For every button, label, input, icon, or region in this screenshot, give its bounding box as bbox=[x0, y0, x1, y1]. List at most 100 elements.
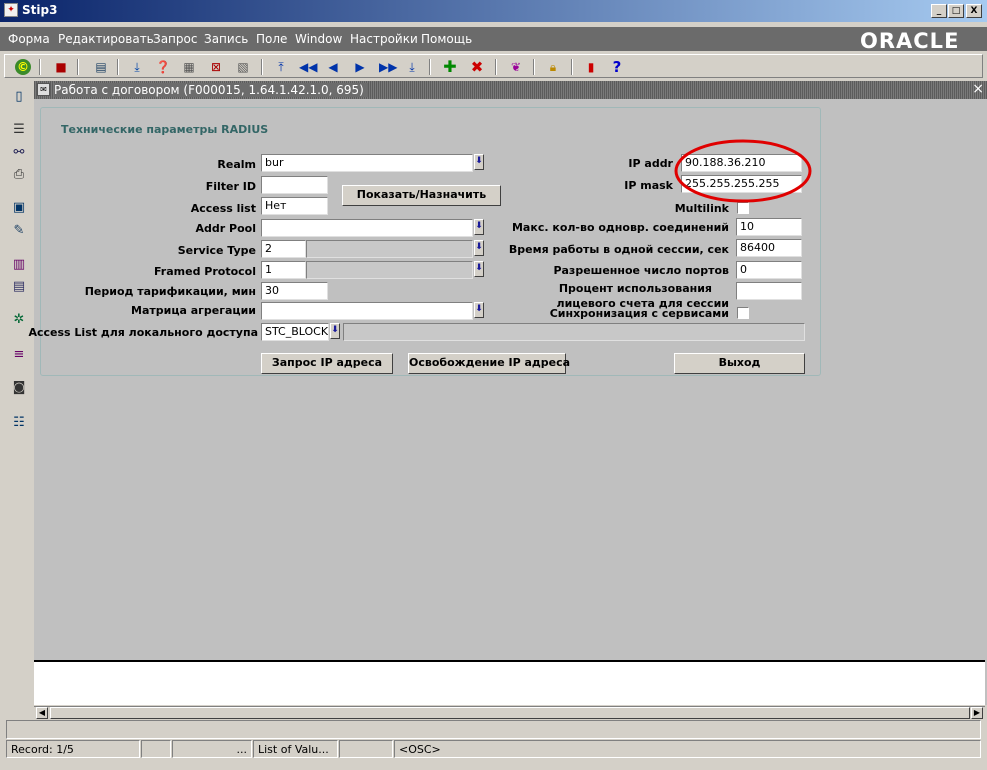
status-segment bbox=[141, 740, 171, 758]
menu-record[interactable]: Запись bbox=[204, 32, 248, 46]
previous-block-icon[interactable]: ◀◀ bbox=[299, 59, 317, 75]
next-record-icon[interactable]: ▶ bbox=[352, 59, 368, 75]
tariff-period-label: Период тарификации, мин bbox=[84, 285, 256, 298]
scroll-thumb[interactable] bbox=[50, 707, 970, 719]
service-type-field[interactable]: 2 bbox=[261, 240, 306, 258]
menu-settings[interactable]: Настройки bbox=[350, 32, 418, 46]
access-list-label: Access list bbox=[190, 202, 256, 215]
status-bar: Record: 1/5 ... List of Valu... <OSC> bbox=[6, 740, 981, 758]
account-usage-field[interactable] bbox=[736, 282, 802, 300]
lock-icon[interactable]: 🔒︎ bbox=[545, 59, 561, 75]
list-icon[interactable]: ☰ bbox=[10, 121, 28, 139]
status-osc: <OSC> bbox=[394, 740, 981, 758]
report-icon[interactable]: ☷ bbox=[10, 414, 28, 432]
addr-pool-label: Addr Pool bbox=[195, 222, 256, 235]
menu-help[interactable]: Помощь bbox=[421, 32, 472, 46]
toolbar-separator bbox=[39, 59, 41, 75]
realm-label: Realm bbox=[217, 158, 256, 171]
close-button[interactable]: X bbox=[966, 4, 982, 18]
exit-icon[interactable]: ▮ bbox=[583, 59, 599, 75]
print-icon[interactable]: ▤ bbox=[93, 59, 109, 75]
count-query-icon[interactable]: ▧ bbox=[235, 59, 251, 75]
allowed-ports-field[interactable]: 0 bbox=[736, 261, 802, 279]
wrench-icon[interactable]: ✎ bbox=[10, 222, 28, 240]
toolbar-separator bbox=[77, 59, 79, 75]
network-icon[interactable]: ⚯ bbox=[10, 144, 28, 162]
first-record-icon[interactable]: ⤒ bbox=[273, 59, 289, 75]
filter-id-label: Filter ID bbox=[205, 180, 256, 193]
framed-protocol-description bbox=[306, 261, 473, 279]
oracle-logo: ORACLE bbox=[860, 29, 960, 53]
max-connections-label: Макс. кол-во одновр. соединений bbox=[511, 221, 729, 234]
status-record: Record: 1/5 bbox=[6, 740, 140, 758]
cancel-query-icon[interactable]: ⊠ bbox=[208, 59, 224, 75]
enter-query-icon[interactable]: ▦ bbox=[181, 59, 197, 75]
toolbar-separator bbox=[261, 59, 263, 75]
oracle-c-icon[interactable]: © bbox=[15, 59, 31, 75]
maximize-button[interactable]: □ bbox=[948, 4, 964, 18]
tariff-period-field[interactable]: 30 bbox=[261, 282, 328, 300]
filter-id-field[interactable] bbox=[261, 176, 328, 194]
release-ip-button[interactable]: Освобождение IP адреса bbox=[408, 353, 570, 374]
inner-close-icon[interactable]: × bbox=[972, 81, 984, 97]
horizontal-scrollbar[interactable]: ◀ ▶ bbox=[34, 706, 985, 719]
delete-record-icon[interactable]: ✖ bbox=[469, 59, 485, 75]
request-ip-button[interactable]: Запрос IP адреса bbox=[261, 353, 393, 374]
insert-record-icon[interactable]: ✚ bbox=[442, 59, 458, 75]
show-assign-button[interactable]: Показать/Назначить bbox=[342, 185, 501, 206]
menu-query[interactable]: Запрос bbox=[153, 32, 197, 46]
local-access-list-label: Access List для локального доступа bbox=[28, 326, 258, 339]
chart-icon[interactable]: ▥ bbox=[10, 256, 28, 274]
toolbar-separator bbox=[533, 59, 535, 75]
toolbar-separator bbox=[117, 59, 119, 75]
sync-services-checkbox[interactable] bbox=[737, 307, 749, 319]
help-icon[interactable]: ? bbox=[609, 59, 625, 75]
realm-field[interactable]: bur bbox=[261, 154, 473, 172]
minimize-button[interactable]: _ bbox=[931, 4, 947, 18]
camera-icon[interactable]: ◙ bbox=[10, 379, 28, 397]
menu-field[interactable]: Поле bbox=[256, 32, 287, 46]
toolbar: © ■ ▤ ⤓ ❓ ▦ ⊠ ▧ ⤒ ◀◀ ◀ ▶ ▶▶ ⤓ ✚ ✖ ❦ 🔒︎ ▮… bbox=[4, 54, 983, 78]
lov-down-icon[interactable]: ⬇ bbox=[474, 302, 484, 318]
service-type-description bbox=[306, 240, 473, 258]
status-list-of-values: List of Valu... bbox=[253, 740, 338, 758]
document-icon[interactable]: ▤ bbox=[10, 278, 28, 296]
toolbar-separator bbox=[495, 59, 497, 75]
menu-window[interactable]: Window bbox=[295, 32, 342, 46]
next-block-icon[interactable]: ▶▶ bbox=[379, 59, 397, 75]
scroll-left-icon[interactable]: ◀ bbox=[36, 707, 48, 719]
form-icon: ✉ bbox=[37, 83, 50, 96]
ip-mask-label: IP mask bbox=[624, 179, 673, 192]
access-list-field[interactable]: Нет bbox=[261, 197, 328, 215]
framed-protocol-label: Framed Protocol bbox=[154, 265, 256, 278]
framed-protocol-field[interactable]: 1 bbox=[261, 261, 306, 279]
max-connections-field[interactable]: 10 bbox=[736, 218, 802, 236]
scroll-right-icon[interactable]: ▶ bbox=[971, 707, 983, 719]
menu-icon[interactable]: ≡ bbox=[10, 346, 28, 364]
tree-icon[interactable]: ✲ bbox=[10, 311, 28, 329]
door-icon[interactable]: ▯ bbox=[10, 88, 28, 106]
last-record-icon[interactable]: ⤓ bbox=[404, 59, 420, 75]
help-topic-icon[interactable]: ❦ bbox=[508, 59, 524, 75]
menu-form[interactable]: Форма bbox=[8, 32, 50, 46]
floppy-icon[interactable]: ▣ bbox=[10, 199, 28, 217]
status-segment bbox=[339, 740, 393, 758]
lov-down-icon[interactable]: ⬇ bbox=[474, 240, 484, 256]
printer-icon[interactable]: ⎙ bbox=[10, 166, 28, 184]
lov-down-icon[interactable]: ⬇ bbox=[474, 219, 484, 235]
query-icon[interactable]: ❓ bbox=[155, 59, 171, 75]
lov-down-icon[interactable]: ⬇ bbox=[330, 323, 340, 339]
download-icon[interactable]: ⤓ bbox=[129, 59, 145, 75]
lov-down-icon[interactable]: ⬇ bbox=[474, 154, 484, 170]
menu-edit[interactable]: Редактировать bbox=[58, 32, 154, 46]
local-access-list-field[interactable]: STC_BLOCK_ bbox=[261, 323, 329, 341]
window-title-bar[interactable]: ✦ Stip3 _ □ X bbox=[0, 0, 987, 22]
previous-record-icon[interactable]: ◀ bbox=[325, 59, 341, 75]
lov-down-icon[interactable]: ⬇ bbox=[474, 261, 484, 277]
addr-pool-field[interactable] bbox=[261, 219, 473, 237]
exit-button[interactable]: Выход bbox=[674, 353, 805, 374]
session-time-field[interactable]: 86400 bbox=[736, 239, 802, 257]
inner-window-title-bar[interactable]: ✉ Работа с договором (F000015, 1.64.1.42… bbox=[34, 81, 987, 99]
aggregation-matrix-field[interactable] bbox=[261, 302, 473, 320]
save-icon[interactable]: ■ bbox=[53, 59, 69, 75]
